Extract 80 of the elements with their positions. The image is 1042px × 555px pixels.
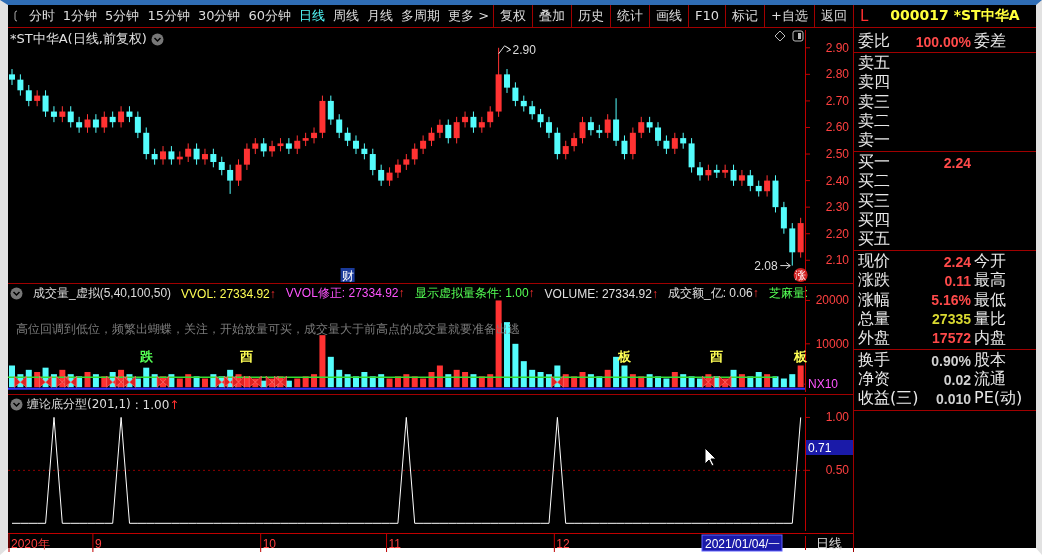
quote-label: 外盘	[857, 327, 891, 349]
market-label: L	[860, 7, 869, 25]
cursor-value: 0.71	[806, 440, 853, 455]
quote-label: 今开	[974, 251, 1007, 271]
axis-label: 2.50	[825, 147, 849, 162]
quote-value: 2.24	[942, 154, 972, 171]
cursor-date: 2021/01/04/一	[701, 534, 783, 552]
quote-label: PE(动)	[974, 388, 1024, 410]
quote-label: 买三	[857, 190, 891, 212]
axis-label: 2.70	[825, 93, 849, 108]
indicator-readout: 成交额_亿: 0.06↑	[667, 285, 759, 302]
quote-value: 5.16%	[930, 292, 972, 309]
finance-tag: 财	[340, 268, 355, 283]
date-label: 12	[556, 537, 570, 551]
chart-title: *ST中华A(日线,前复权)	[10, 30, 147, 48]
quote-label: 收益(三)	[857, 388, 920, 410]
indicator-readout: : 1.00↑	[134, 397, 180, 412]
quote-value: 27335	[931, 311, 972, 328]
quote-label: 委差	[974, 31, 1007, 53]
quote-value: 0.02	[942, 371, 972, 388]
indicator-title: 缠论底分型(201,1)	[27, 396, 131, 413]
axis-label: 2.80	[825, 67, 849, 82]
axis-label: 2.40	[825, 173, 849, 188]
axis-label: 0.50	[825, 463, 849, 478]
reference-label: NX10	[808, 377, 839, 392]
axis-label: 2.20	[825, 226, 849, 241]
axis-label: 2.60	[825, 120, 849, 135]
quote-label: 最高	[974, 270, 1007, 292]
period-label: 日线	[816, 536, 842, 551]
quote-value: 17572	[931, 330, 972, 347]
quote-label: 现价	[857, 251, 891, 272]
quote-label: 委比	[857, 31, 891, 53]
indicator-readout: 显示虚拟量条件: 1.00↑	[414, 285, 535, 302]
axis-label: 2.30	[825, 200, 849, 215]
quote-label: 涨幅	[857, 289, 891, 311]
quote-label: 买四	[857, 209, 891, 231]
quote-label: 流通	[974, 369, 1007, 390]
indicator-title: 成交量_虚拟(5,40,100,50)	[33, 285, 172, 302]
quote-value: 0.90%	[930, 352, 972, 369]
date-label: 9	[94, 537, 102, 551]
quote-value: 2.24	[942, 253, 972, 270]
quote-value: 100.00%	[914, 33, 972, 50]
quote-label: 股本	[974, 350, 1007, 370]
quote-label: 换手	[857, 350, 891, 371]
quote-label: 最低	[974, 289, 1007, 311]
signal-label: 跌	[139, 349, 153, 365]
axis-label: 10000	[815, 336, 849, 351]
quote-label: 涨跌	[857, 270, 891, 292]
indicator-readout: VOLUME: 27334.92↑	[544, 286, 658, 301]
date-label: 11	[388, 537, 401, 551]
quote-label: 内盘	[974, 327, 1007, 349]
quote-label: 买五	[857, 228, 891, 250]
stock-code-name: 000017 *ST中华A	[890, 7, 1020, 25]
axis-label: 2.90	[825, 40, 849, 55]
axis-label: 2.10	[825, 253, 849, 268]
axis-label: 20000	[815, 293, 849, 308]
quote-value: 0.11	[943, 272, 972, 289]
indicator-readout: VVOL: 27334.92↑	[181, 286, 276, 301]
quote-label: 卖一	[857, 130, 891, 152]
quote-label: 卖五	[857, 53, 891, 74]
date-label: 10	[262, 537, 277, 551]
quote-label: 量比	[974, 308, 1007, 330]
signal-label: 酉	[710, 349, 724, 365]
quote-label: 买二	[857, 171, 891, 193]
quote-label: 净资	[857, 369, 891, 390]
date-label: 2020年	[11, 537, 50, 551]
axis-label: 1.00	[825, 410, 849, 425]
indicator-readout: VVOL修正: 27334.92↑	[285, 285, 405, 302]
indicator-readout: 芝麻量:	[768, 285, 808, 302]
quote-value: 0.010	[934, 390, 972, 407]
quote-label: 卖四	[857, 72, 891, 94]
quote-label: 卖二	[857, 110, 891, 132]
price-label: 2.90	[512, 42, 536, 57]
rise-badge: 涨	[793, 268, 808, 282]
quote-label: 买一	[857, 152, 891, 173]
signal-label: 板	[617, 349, 631, 365]
signal-label: 酉	[240, 349, 254, 365]
price-label: 2.08	[754, 258, 778, 273]
quote-label: 总量	[857, 308, 891, 330]
quote-label: 卖三	[857, 91, 891, 113]
